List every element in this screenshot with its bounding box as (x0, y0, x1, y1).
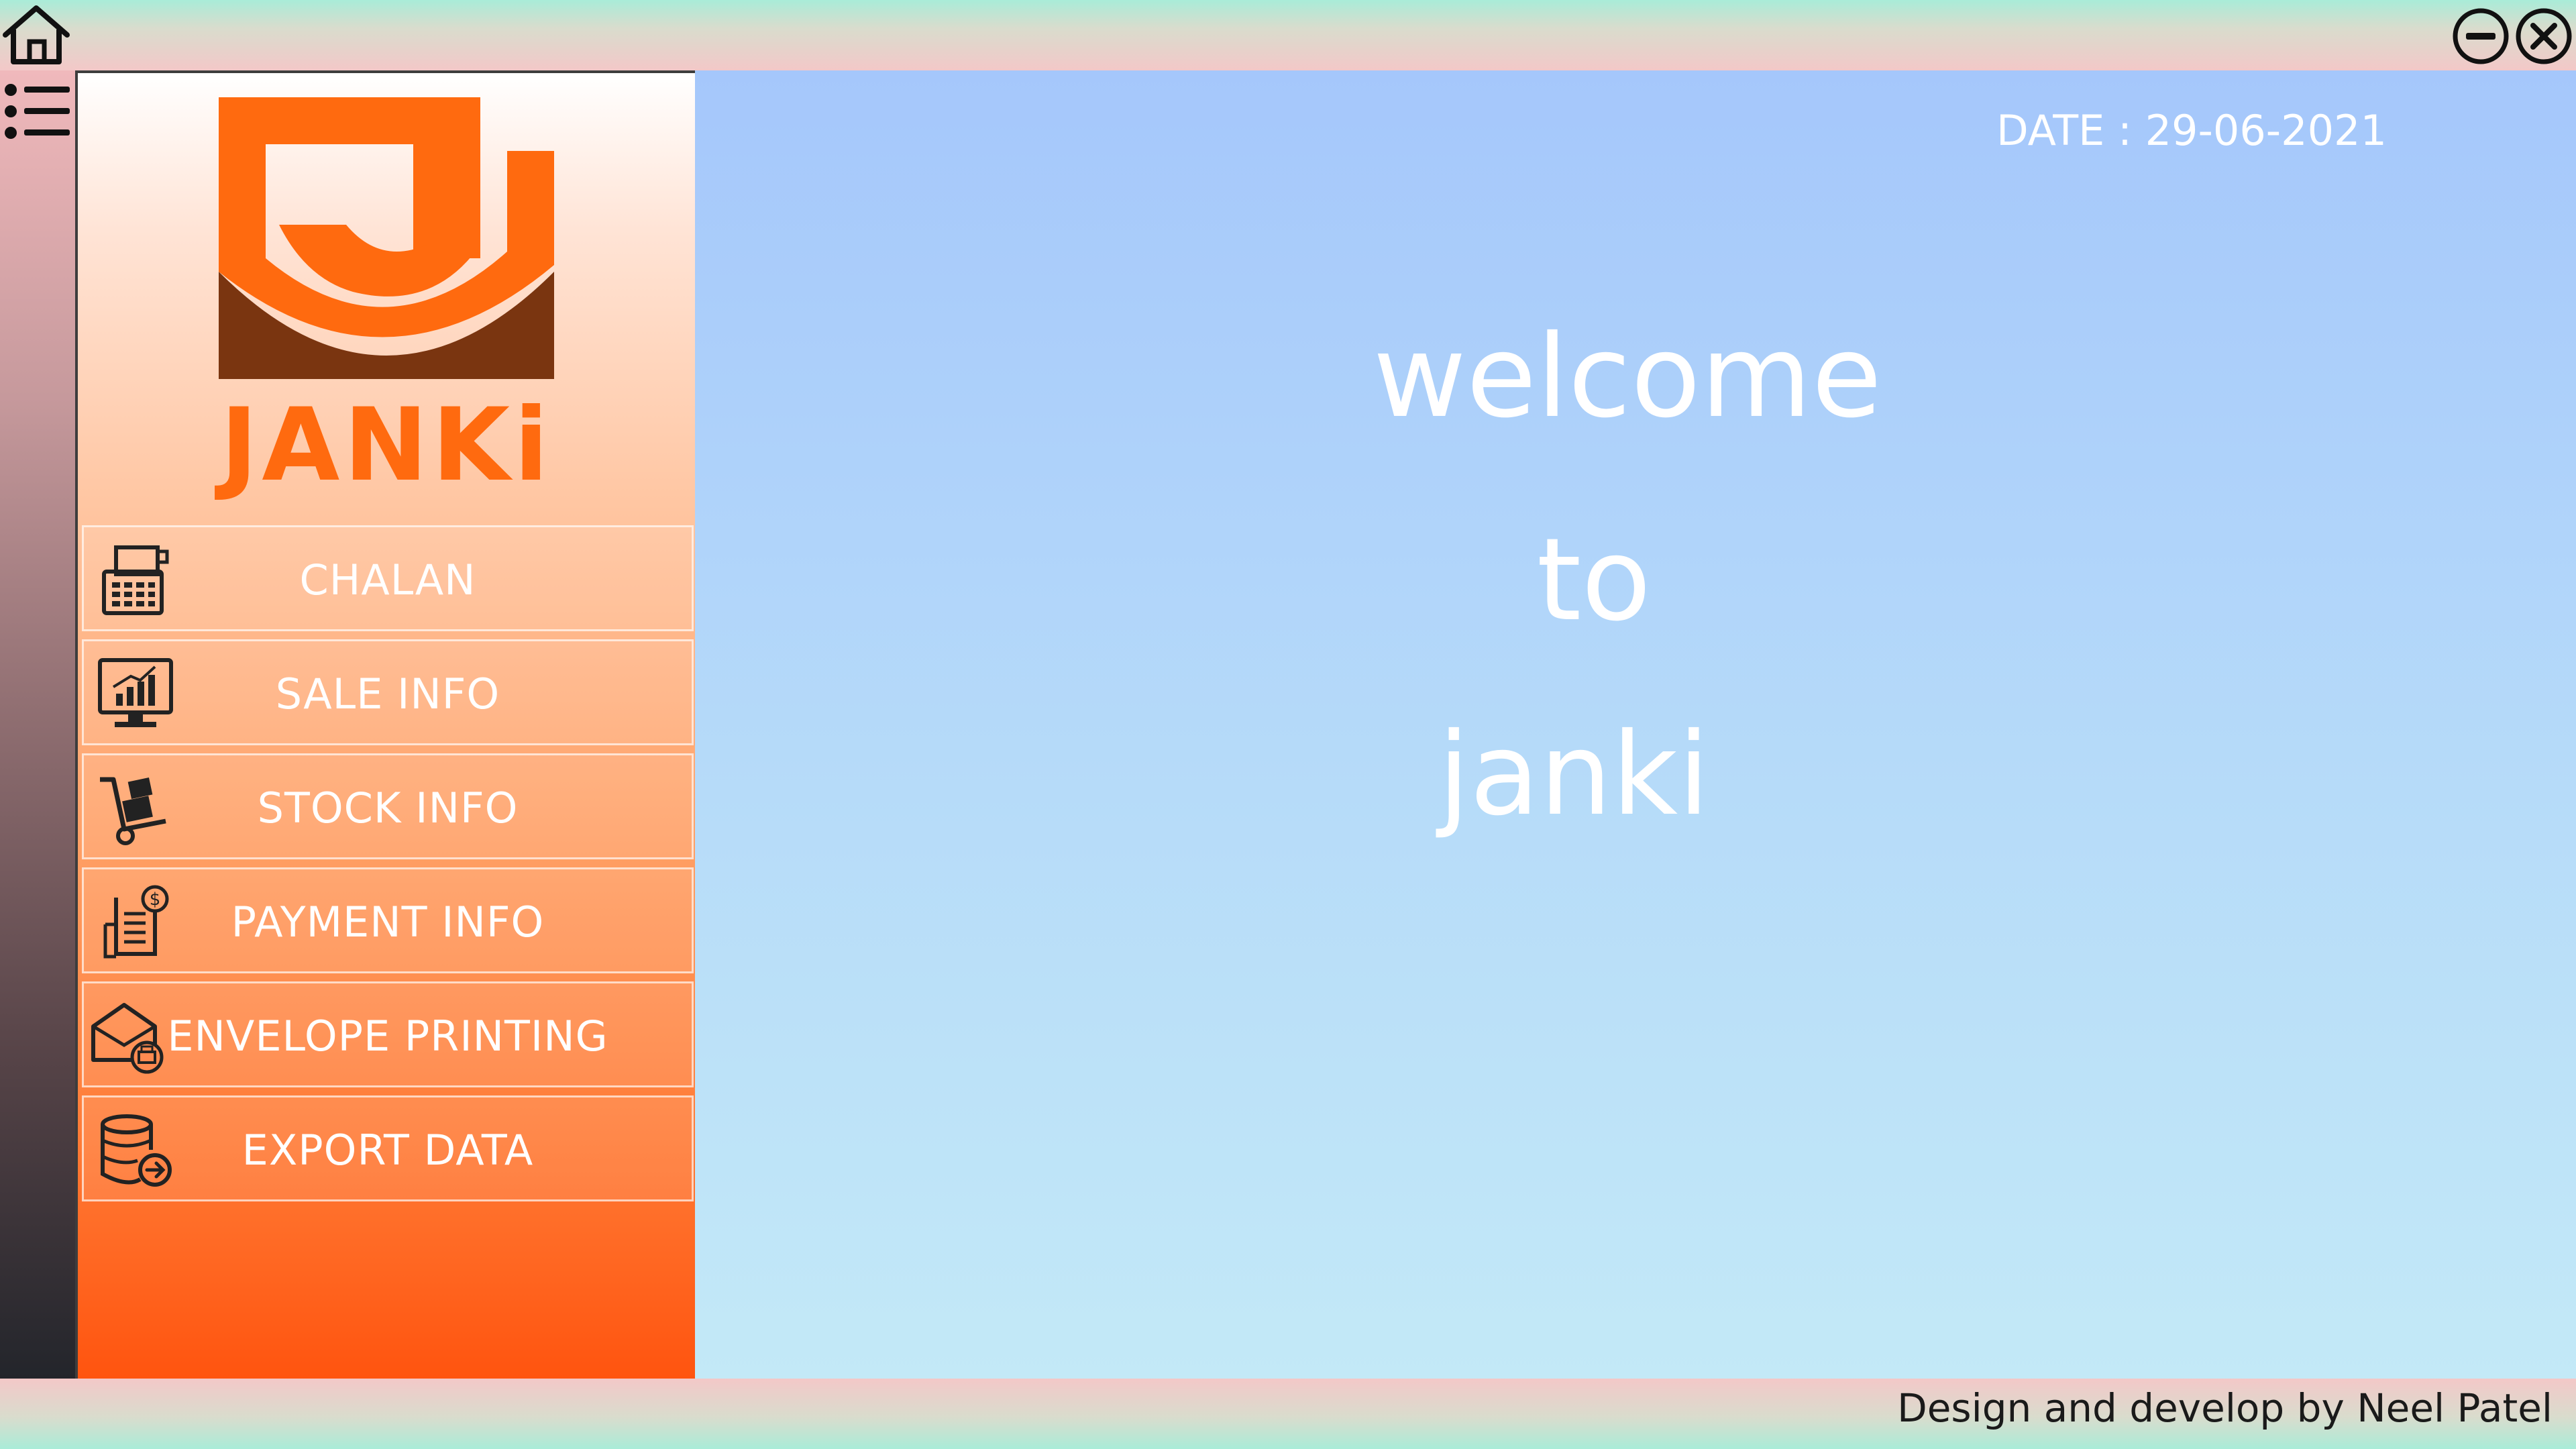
sidebar-item-label: EXPORT DATA (241, 1126, 534, 1175)
sidebar-item-stock-info[interactable]: STOCK INFO (82, 753, 694, 859)
title-bar (0, 0, 2576, 70)
date-label: DATE : 29-06-2021 (1996, 106, 2387, 155)
close-icon[interactable] (2514, 7, 2573, 66)
sidebar-item-label: SALE INFO (275, 669, 500, 718)
sidebar: JANKi CHALAN SALE INFO STOCK INFO $ PAYM… (75, 70, 695, 1379)
menu-list-icon[interactable] (3, 80, 72, 142)
minimize-icon[interactable] (2451, 7, 2510, 66)
sidebar-item-sale-info[interactable]: SALE INFO (82, 639, 694, 745)
welcome-text: welcome (1373, 311, 1882, 443)
sidebar-item-label: ENVELOPE PRINTING (167, 1012, 608, 1061)
sidebar-item-payment-info[interactable]: $ PAYMENT INFO (82, 867, 694, 973)
welcome-text: janki (1438, 708, 1710, 841)
sidebar-item-envelope-printing[interactable]: ENVELOPE PRINTING (82, 981, 694, 1087)
janki-logo (212, 91, 561, 379)
developer-credit: Design and develop by Neel Patel (1897, 1385, 2553, 1431)
sidebar-item-label: PAYMENT INFO (231, 898, 545, 947)
brand-name: JANKi (220, 387, 553, 504)
sidebar-item-label: STOCK INFO (257, 784, 519, 833)
welcome-text: to (1536, 514, 1652, 647)
home-icon[interactable] (1, 4, 71, 66)
sidebar-item-label: CHALAN (299, 555, 476, 604)
left-strip (0, 70, 77, 1379)
sidebar-item-export-data[interactable]: EXPORT DATA (82, 1095, 694, 1201)
sidebar-item-chalan[interactable]: CHALAN (82, 525, 694, 631)
main-content: DATE : 29-06-2021 welcome to janki (695, 70, 2576, 1379)
